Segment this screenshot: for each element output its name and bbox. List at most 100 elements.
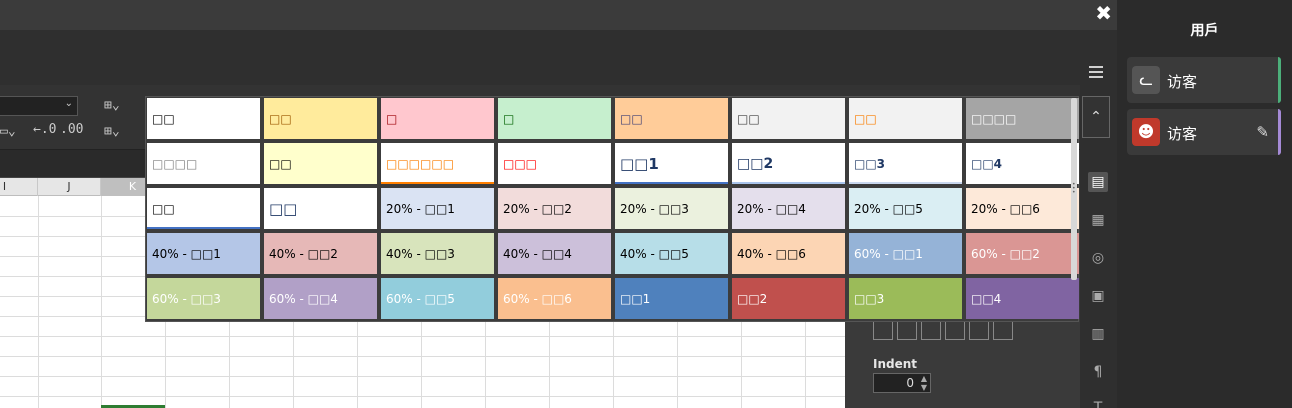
cell-style-label: 60% - □□2	[971, 246, 1040, 261]
collapse-gallery-button[interactable]: ⌃	[1082, 96, 1110, 138]
cell-style-tile[interactable]: 60% - □□6	[498, 278, 611, 319]
cell-style-tile[interactable]: 60% - □□2	[966, 233, 1079, 274]
border-inner-horizontal-button[interactable]	[969, 320, 989, 340]
column-header-j[interactable]: J	[38, 178, 101, 196]
text-art-icon[interactable]: T	[1088, 398, 1108, 408]
cell-style-tile[interactable]: □□4	[966, 143, 1079, 184]
cell-style-tile[interactable]: □□4	[966, 278, 1079, 319]
cell-style-label: 40% - □□5	[620, 246, 689, 261]
cell-style-tile[interactable]: □□	[264, 143, 377, 184]
border-right-button[interactable]	[921, 320, 941, 340]
cell-style-label: □	[386, 111, 398, 126]
cell-style-tile[interactable]: 40% - □□5	[615, 233, 728, 274]
cell-style-tile[interactable]: □□	[264, 188, 377, 229]
cell-style-tile[interactable]: □□	[147, 98, 260, 139]
cell-style-tile[interactable]: 60% - □□4	[264, 278, 377, 319]
cell-style-label: 60% - □□1	[854, 246, 923, 261]
user-name: 访客	[1167, 125, 1198, 143]
cell-style-label: □□1	[620, 291, 651, 306]
cell-style-tile[interactable]: 20% - □□4	[732, 188, 845, 229]
paragraph-settings-icon[interactable]: ¶	[1088, 362, 1108, 382]
user-card[interactable]: ☻ 访客 ✎	[1127, 109, 1281, 155]
cell-style-tile[interactable]: □□	[732, 98, 845, 139]
cell-style-tile[interactable]: 40% - □□1	[147, 233, 260, 274]
cell-style-tile[interactable]: 20% - □□1	[381, 188, 494, 229]
cell-style-label: □□	[737, 111, 760, 126]
border-left-button[interactable]	[873, 320, 893, 340]
user-color-bar	[1278, 109, 1281, 155]
cell-style-label: □□	[620, 111, 643, 126]
cell-style-tile[interactable]: 60% - □□1	[849, 233, 962, 274]
cell-style-tile[interactable]: □□	[264, 98, 377, 139]
users-panel: 用戶 ᓚ 访客 ☻ 访客 ✎	[1117, 0, 1292, 408]
cell-style-label: □□	[269, 199, 298, 218]
border-bottom-button[interactable]	[993, 320, 1013, 340]
style-underline	[381, 182, 494, 184]
cell-style-tile[interactable]: 20% - □□3	[615, 188, 728, 229]
user-card[interactable]: ᓚ 访客	[1127, 57, 1281, 103]
style-underline	[615, 182, 728, 184]
cell-styles-gallery: □□ □□ □ □ □□ □□ □□ □□□□ □□□□ □□ □□□□□□ □□□ □□1 □□2 □□3…	[145, 96, 1079, 322]
cell-style-tile[interactable]: □□1	[615, 143, 728, 184]
cell-style-tile[interactable]: □□1	[615, 278, 728, 319]
cell-style-label: □□2	[737, 155, 774, 172]
cell-style-tile[interactable]: 60% - □□5	[381, 278, 494, 319]
cell-style-tile[interactable]: 40% - □□2	[264, 233, 377, 274]
image-settings-icon[interactable]: ▣	[1088, 286, 1108, 306]
table-settings-icon[interactable]: ▦	[1088, 210, 1108, 230]
cell-style-tile[interactable]: □□□□□□	[381, 143, 494, 184]
gridline	[0, 396, 845, 397]
cell-style-label: □□1	[620, 154, 659, 173]
user-name: 访客	[1167, 73, 1198, 91]
ribbon-tab-band	[0, 30, 1117, 85]
cell-style-label: 40% - □□3	[386, 246, 455, 261]
close-icon[interactable]: ✖	[1095, 2, 1112, 24]
style-underline	[732, 182, 845, 184]
cell-style-tile[interactable]: □□2	[732, 278, 845, 319]
decrease-decimal-icon[interactable]: ←.0	[33, 122, 56, 137]
robot-avatar-icon: ☻	[1132, 118, 1160, 146]
cell-style-label: □□4	[971, 156, 1003, 171]
cell-style-tile[interactable]: □	[381, 98, 494, 139]
cell-style-tile[interactable]: □□	[615, 98, 728, 139]
cell-style-tile[interactable]: □□3	[849, 278, 962, 319]
menu-icon[interactable]	[1089, 66, 1103, 78]
cell-style-label: □□3	[854, 291, 885, 306]
font-name-select[interactable]: ⌄	[0, 96, 78, 116]
insert-cells-icon[interactable]: ⊞⌄	[104, 98, 120, 113]
cell-style-tile[interactable]: 20% - □□2	[498, 188, 611, 229]
cell-style-tile[interactable]: □□2	[732, 143, 845, 184]
cell-style-tile[interactable]: 40% - □□6	[732, 233, 845, 274]
cell-style-tile[interactable]: 60% - □□3	[147, 278, 260, 319]
border-top-button[interactable]	[945, 320, 965, 340]
cell-style-label: □□2	[737, 291, 768, 306]
cell-style-tile[interactable]: □□	[147, 188, 260, 229]
delete-cells-icon[interactable]: ⊞⌄	[104, 124, 120, 139]
hedgehog-avatar-icon: ᓚ	[1132, 66, 1160, 94]
cell-style-label: □□□□	[971, 111, 1017, 126]
cell-style-label: 60% - □□3	[152, 291, 221, 306]
cell-style-tile[interactable]: 20% - □□6	[966, 188, 1079, 229]
title-bar: ✖	[0, 0, 1117, 30]
indent-label: Indent	[873, 357, 918, 371]
cell-settings-icon[interactable]: ▤	[1088, 172, 1108, 192]
cell-style-label: □□	[854, 111, 877, 126]
cell-style-tile[interactable]: □□	[849, 98, 962, 139]
spinner-arrows-icon[interactable]: ▲ ▼	[921, 374, 927, 392]
user-color-bar	[1278, 57, 1281, 103]
cell-style-tile[interactable]: □	[498, 98, 611, 139]
indent-stepper[interactable]: 0 ▲ ▼	[873, 373, 931, 393]
cell-style-tile[interactable]: □□□□	[147, 143, 260, 184]
cell-style-tile[interactable]: □□3	[849, 143, 962, 184]
cell-style-tile[interactable]: 40% - □□4	[498, 233, 611, 274]
number-format-icon[interactable]: ▭⌄	[0, 124, 16, 139]
increase-decimal-icon[interactable]: .00	[60, 122, 83, 137]
cell-style-tile[interactable]: 40% - □□3	[381, 233, 494, 274]
cell-style-tile[interactable]: □□□□	[966, 98, 1079, 139]
shape-settings-icon[interactable]: ◎	[1088, 248, 1108, 268]
chart-settings-icon[interactable]: ▥	[1088, 324, 1108, 344]
column-header-i[interactable]: I	[0, 178, 38, 196]
cell-style-tile[interactable]: □□□	[498, 143, 611, 184]
cell-style-tile[interactable]: 20% - □□5	[849, 188, 962, 229]
border-inner-vertical-button[interactable]	[897, 320, 917, 340]
